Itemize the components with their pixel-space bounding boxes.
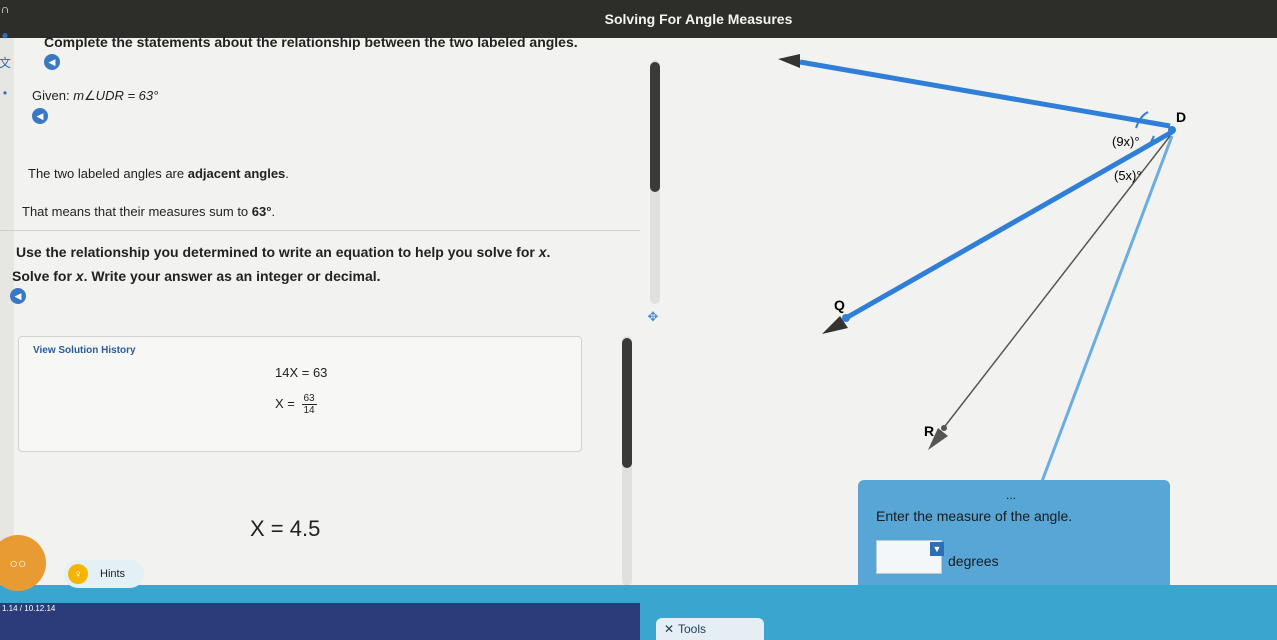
degrees-unit-label: degrees: [948, 553, 999, 569]
solve-prefix: Solve for: [12, 268, 72, 284]
solve-instruction: Solve for x. Write your answer as an int…: [12, 268, 381, 284]
sum-dropdown-value[interactable]: 63°: [252, 204, 272, 219]
use-relationship-instruction: Use the relationship you determined to w…: [16, 244, 550, 260]
point-r-dot: [941, 425, 947, 431]
point-r-label: R: [924, 423, 934, 439]
use-relationship-text: Use the relationship you determined to w…: [16, 244, 535, 260]
tools-label: Tools: [678, 622, 707, 636]
panel-ellipsis: ...: [1006, 488, 1017, 502]
sum-suffix: .: [271, 204, 276, 219]
ray-du: [799, 59, 1171, 129]
hints-button[interactable]: ♀ Hints: [64, 560, 144, 588]
adjacent-statement: The two labeled angles are adjacent angl…: [28, 166, 289, 181]
tools-button[interactable]: ✕ Tools: [656, 618, 764, 640]
answer-prompt: Enter the measure of the angle.: [876, 508, 1073, 524]
angle-2-label: (5x)°: [1114, 168, 1142, 183]
solve-suffix: . Write your answer as an integer or dec…: [83, 268, 381, 284]
equation-line-2-left: X =: [275, 395, 295, 411]
divider: [0, 230, 640, 231]
solution-history-link[interactable]: View Solution History: [33, 345, 136, 356]
bottom-bar: [0, 585, 1277, 640]
sum-statement: That means that their measures sum to 63…: [22, 204, 275, 219]
arrow-u-icon: [778, 54, 800, 68]
given-expression: m∠UDR = 63°: [73, 88, 159, 103]
equation-line-1: 14X = 63: [275, 365, 328, 380]
fraction-denominator: 14: [303, 405, 315, 416]
scrollbar-bottom[interactable]: [622, 338, 632, 468]
fraction-numerator: 63: [301, 393, 317, 405]
scrollbar-top[interactable]: [650, 62, 660, 192]
point-d-label: D: [1176, 109, 1186, 125]
fraction: 63 14: [301, 393, 317, 416]
point-d-dot: [1168, 126, 1176, 134]
bottom-bar-dark: [0, 603, 640, 640]
adjacent-dropdown-value[interactable]: adjacent angles: [188, 166, 286, 181]
equation-line-2: X = 63 14: [275, 393, 317, 416]
audio-icon[interactable]: ◀: [10, 288, 26, 304]
lightbulb-icon: ♀: [68, 564, 88, 584]
ray-dq: [844, 129, 1174, 321]
move-icon[interactable]: ✥: [644, 308, 662, 326]
hints-label: Hints: [100, 568, 126, 580]
solve-variable: x: [75, 268, 84, 284]
audio-icon[interactable]: ◀: [44, 54, 60, 70]
use-suffix: .: [546, 244, 551, 260]
given-prefix: Given:: [32, 88, 70, 103]
instruction-main: Complete the statements about the relati…: [44, 34, 578, 50]
answer-expression[interactable]: X = 4.5: [250, 516, 320, 542]
angle-1-label: (9x)°: [1112, 134, 1140, 149]
sum-prefix: That means that their measures sum to: [22, 204, 249, 219]
solution-history-box: View Solution History 14X = 63 X = 63 14: [18, 336, 582, 452]
given-statement: Given: m∠UDR = 63°: [32, 88, 158, 104]
use-variable: x: [538, 244, 547, 260]
timestamp: 1.14 / 10.12.14: [2, 604, 56, 613]
point-q-dot: [842, 314, 850, 322]
dropdown-icon[interactable]: ▼: [930, 542, 944, 556]
tools-icon: ✕: [664, 622, 675, 636]
point-q-label: Q: [834, 297, 845, 313]
audio-icon[interactable]: ◀: [32, 108, 48, 124]
adjacent-prefix: The two labeled angles are: [28, 166, 185, 181]
ray-d-down: [1036, 135, 1174, 493]
adjacent-suffix: .: [285, 166, 289, 181]
